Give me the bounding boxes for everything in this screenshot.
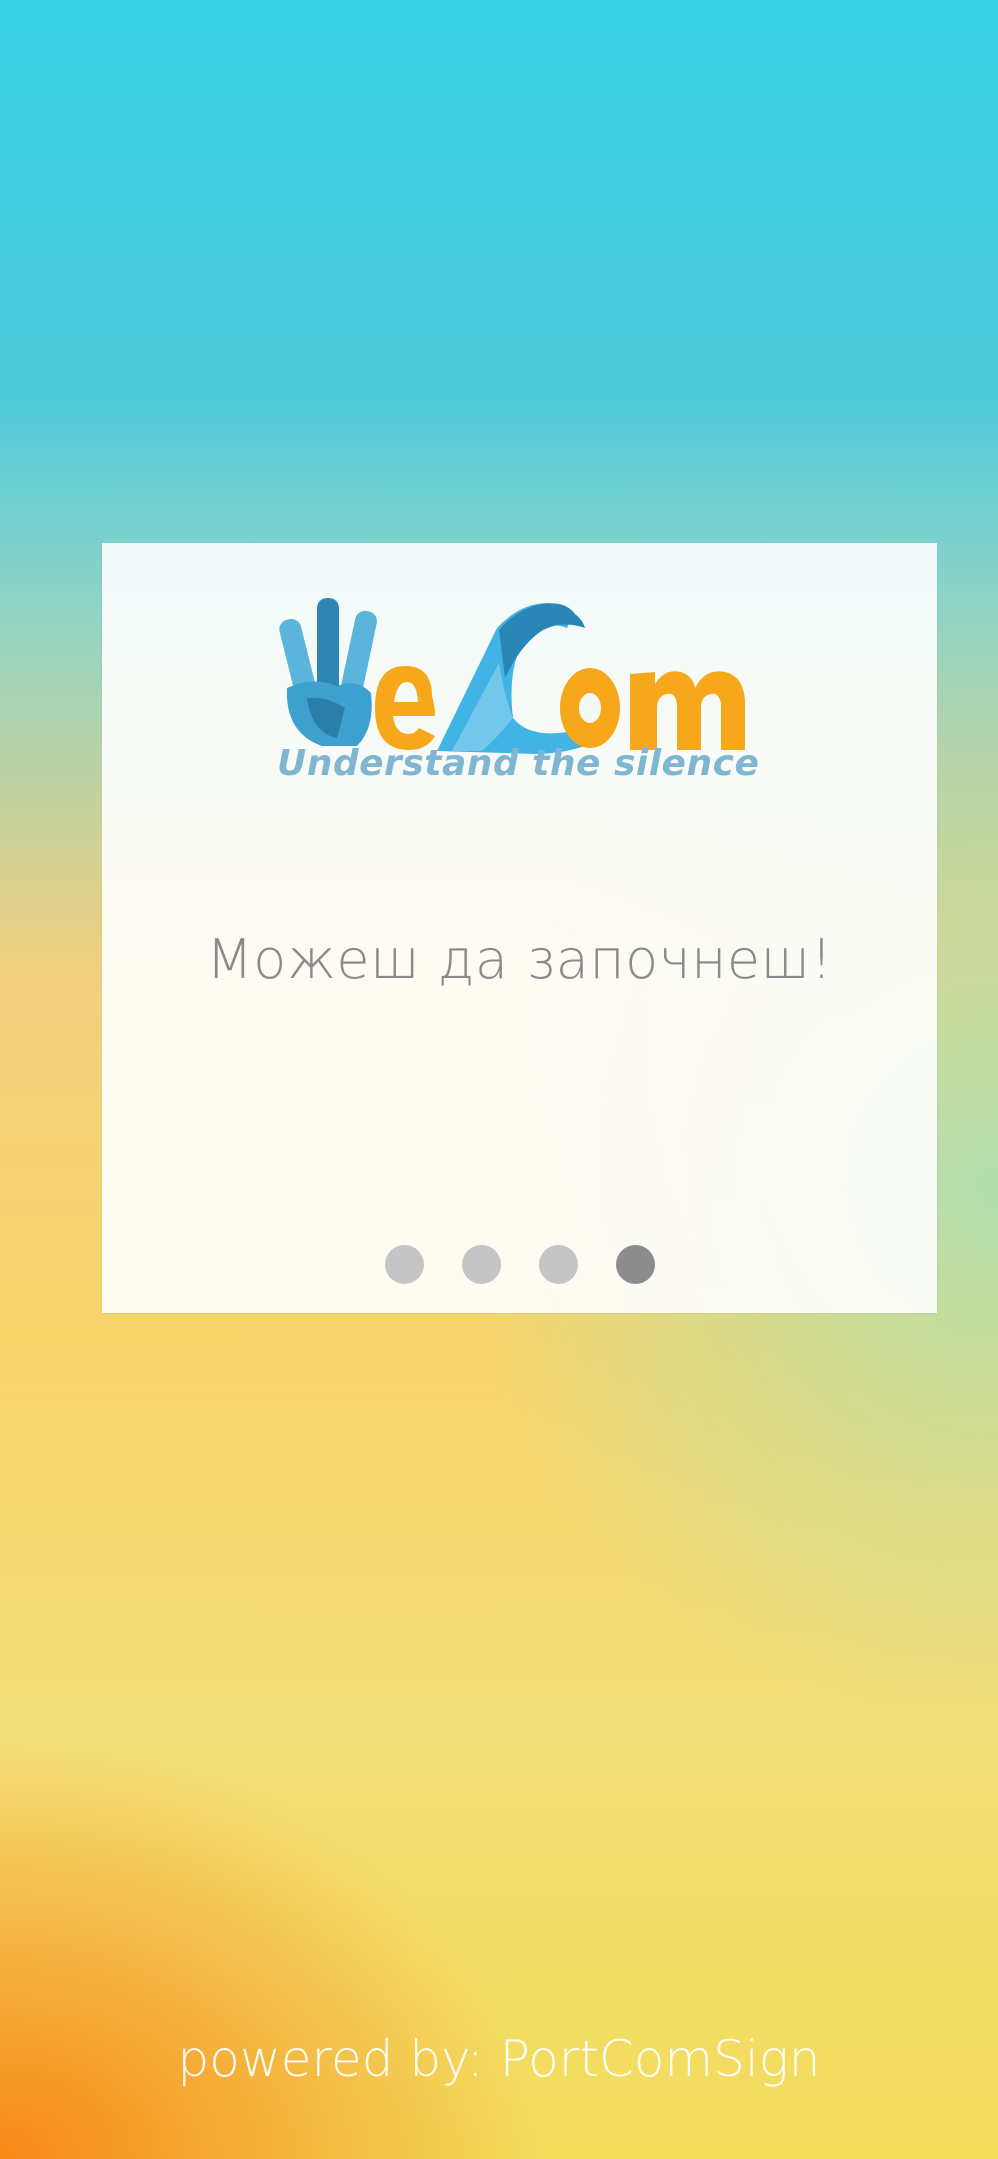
page-dot-3[interactable]: [538, 1245, 578, 1284]
wecom-logo-graphic: [279, 598, 745, 754]
page-dot-2[interactable]: [461, 1245, 501, 1284]
page-dot-1[interactable]: [384, 1245, 424, 1284]
hand-w-icon: [279, 598, 377, 746]
letters-om-icon: [560, 668, 745, 750]
letter-e-icon: [375, 666, 435, 750]
powered-by-footer: powered by: PortComSign: [177, 2030, 821, 2088]
page-indicator: [102, 1245, 937, 1284]
splash-screen: Understand the silence Можеш да започнеш…: [0, 0, 998, 2159]
page-dot-4-active[interactable]: [615, 1245, 655, 1284]
onboarding-headline: Можеш да започнеш!: [206, 928, 833, 991]
onboarding-card[interactable]: Understand the silence Можеш да започнеш…: [102, 543, 937, 1313]
logo-tagline: Understand the silence: [277, 743, 760, 784]
